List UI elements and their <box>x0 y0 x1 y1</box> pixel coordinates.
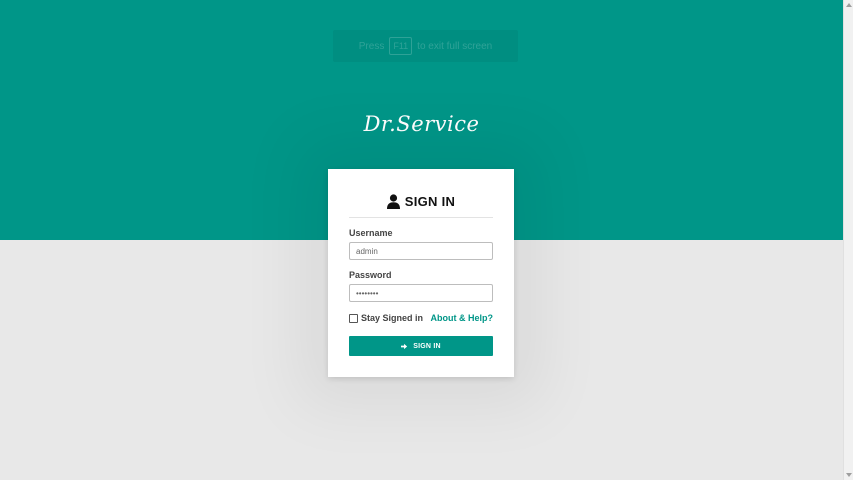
user-icon <box>386 193 400 209</box>
fullscreen-notice-key: F11 <box>389 37 413 55</box>
login-card: SIGN IN Username Password Stay Signed in… <box>328 169 514 377</box>
username-input[interactable] <box>349 242 493 260</box>
stay-signed-in-checkbox[interactable] <box>349 313 358 323</box>
login-options-row: Stay Signed in About & Help? <box>349 312 493 324</box>
stay-signed-in-control[interactable]: Stay Signed in <box>349 313 423 323</box>
scroll-up-arrow-icon[interactable] <box>846 3 852 7</box>
fullscreen-notice: Press F11 to exit full screen <box>333 30 518 62</box>
sign-in-button-label: SIGN IN <box>413 342 441 350</box>
password-input[interactable] <box>349 284 493 302</box>
username-label: Username <box>349 228 393 238</box>
vertical-scrollbar[interactable] <box>843 0 853 480</box>
sign-in-button[interactable]: SIGN IN <box>349 336 493 356</box>
password-label: Password <box>349 270 392 280</box>
fullscreen-notice-prefix: Press <box>358 40 385 52</box>
scroll-down-arrow-icon[interactable] <box>846 473 852 477</box>
sign-in-icon <box>401 343 408 349</box>
brand-logo: Dr.Service <box>363 112 480 136</box>
login-title: SIGN IN <box>404 193 456 209</box>
about-help-link[interactable]: About & Help? <box>431 313 494 323</box>
stay-signed-in-label: Stay Signed in <box>361 313 424 323</box>
login-card-header: SIGN IN <box>349 185 493 218</box>
fullscreen-notice-suffix: to exit full screen <box>417 40 493 52</box>
